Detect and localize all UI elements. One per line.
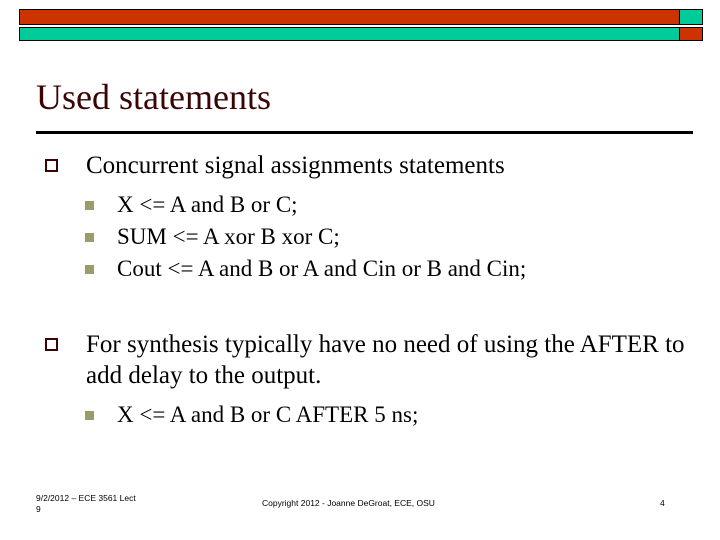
header-bar-bottom-short-segment — [679, 28, 702, 40]
header-bar-top — [19, 9, 703, 25]
footer-date-lecture-line1: 9/2/2012 – ECE 3561 Lect — [36, 493, 136, 503]
bullet-level2: X <= A and B or C; — [0, 189, 720, 221]
bullet-level1: Concurrent signal assignments statements — [0, 150, 720, 181]
bullet-level2-text: Cout <= A and B or A and Cin or B and Ci… — [117, 256, 527, 281]
filled-square-bullet-icon — [85, 265, 94, 274]
slide-title: Used statements — [36, 77, 271, 117]
bullet-level1-text: For synthesis typically have no need of … — [86, 331, 685, 389]
bullet-level2: Cout <= A and B or A and Cin or B and Ci… — [0, 253, 720, 285]
bullet-level1: For synthesis typically have no need of … — [0, 329, 720, 391]
header-bar-top-long-segment — [20, 10, 679, 24]
hollow-square-bullet-icon — [45, 338, 58, 351]
hollow-square-bullet-icon — [45, 159, 58, 172]
footer-date-lecture: 9/2/2012 – ECE 3561 Lect 9 — [36, 493, 186, 515]
filled-square-bullet-icon — [85, 201, 94, 210]
header-bar-bottom-long-segment — [20, 28, 679, 40]
filled-square-bullet-icon — [85, 233, 94, 242]
header-bar-top-short-segment — [679, 10, 702, 24]
bullet-level1-text: Concurrent signal assignments statements — [86, 152, 505, 179]
bullet-level2: SUM <= A xor B xor C; — [0, 221, 720, 253]
title-underline-rule — [36, 131, 693, 134]
filled-square-bullet-icon — [85, 411, 94, 420]
bullet-level2-group: X <= A and B or C AFTER 5 ns; — [0, 399, 720, 431]
footer-copyright: Copyright 2012 - Joanne DeGroat, ECE, OS… — [262, 498, 435, 508]
bullet-level2-group: X <= A and B or C; SUM <= A xor B xor C;… — [0, 189, 720, 285]
decorative-header-bars — [19, 9, 703, 41]
bullet-level2-text: SUM <= A xor B xor C; — [117, 224, 340, 249]
slide-footer: 9/2/2012 – ECE 3561 Lect 9 Copyright 201… — [0, 493, 720, 523]
bullet-level2: X <= A and B or C AFTER 5 ns; — [0, 399, 720, 431]
bullet-level2-text: X <= A and B or C AFTER 5 ns; — [117, 402, 419, 427]
bullet-level2-text: X <= A and B or C; — [117, 192, 298, 217]
slide-body: Concurrent signal assignments statements… — [0, 150, 720, 431]
footer-page-number: 4 — [660, 498, 665, 508]
header-bar-bottom — [19, 27, 703, 41]
footer-date-lecture-line2: 9 — [36, 504, 41, 514]
